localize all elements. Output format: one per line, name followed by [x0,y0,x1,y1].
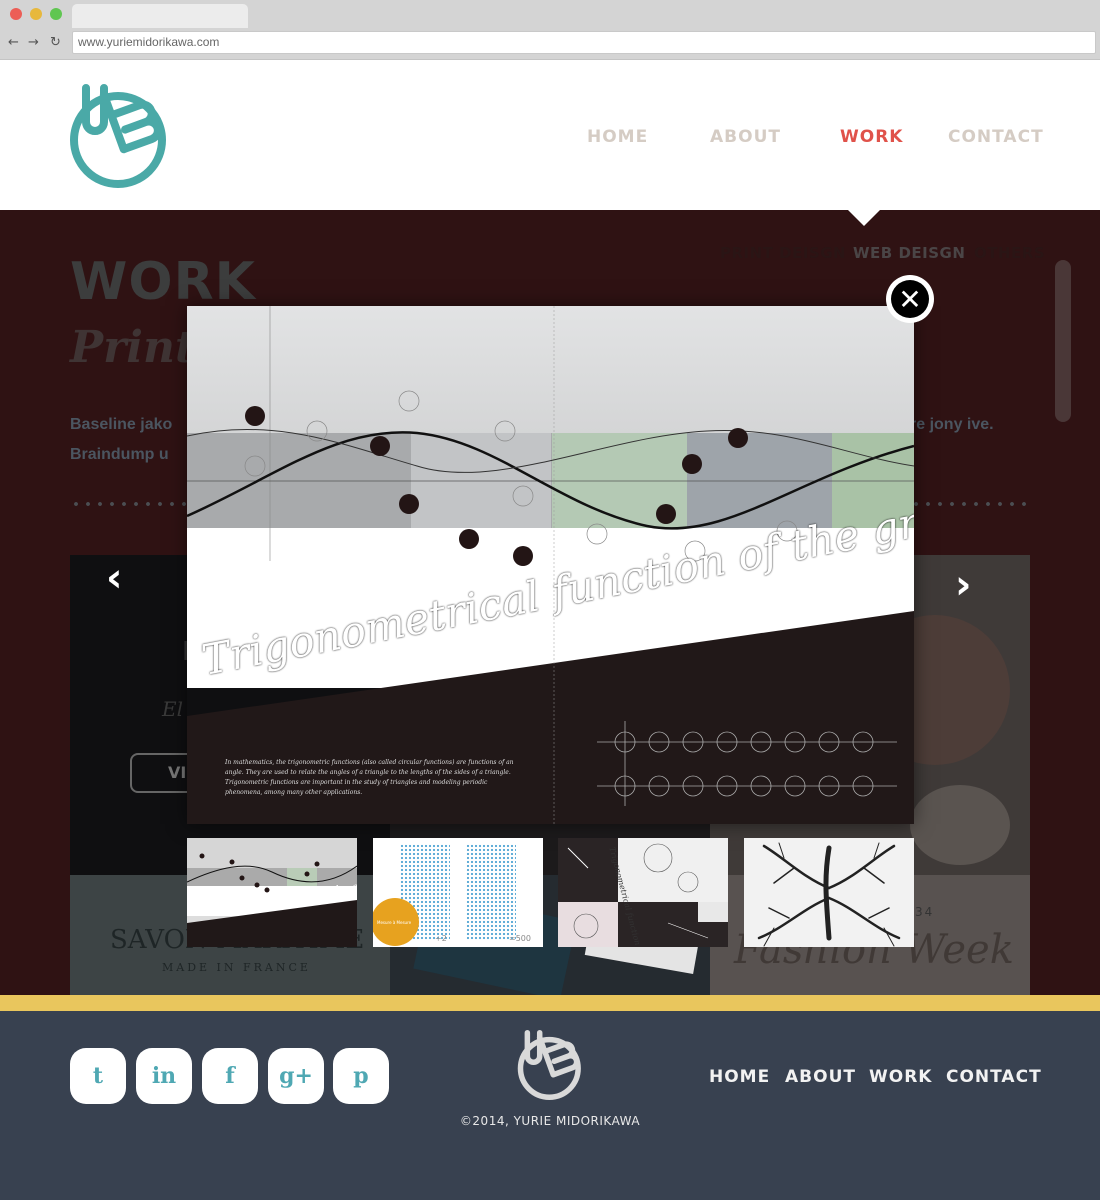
tile-circle [910,785,1010,865]
footer-nav-home[interactable]: HOME [709,1067,770,1087]
forward-icon[interactable]: → [28,35,39,50]
reload-icon[interactable]: ↻ [50,35,61,50]
lightbox-image: Trigonometrical function of the graph In… [187,306,914,824]
footer-stripe [0,995,1100,1011]
minimize-window-icon[interactable] [30,8,42,20]
linkedin-icon[interactable]: in [136,1048,192,1104]
maximize-window-icon[interactable] [50,8,62,20]
close-icon: ✕ [891,280,929,318]
thumbnail-4[interactable] [744,838,914,947]
site-footer: t in f g+ p ©2014, YURIE MIDORIKAWA HOME… [0,1011,1100,1200]
page-title: WORK [70,252,256,312]
thumbnail-strip: Trigonometrical function of the graph Me… [187,838,914,947]
subnav-web-design[interactable]: WEB DEISGN [853,244,965,262]
subnav-others[interactable]: OTHERS [974,244,1045,262]
prev-arrow-icon[interactable]: ‹ [106,555,122,601]
paragraph-line1-end: re jony ive. [910,416,994,433]
subnav-print-design[interactable]: PRINT DEISGN [720,244,846,262]
thumbnail-pattern [466,844,516,940]
thumbnail-label: ÷2 [435,934,447,943]
footer-nav-about[interactable]: ABOUT [785,1067,856,1087]
thumbnail-artwork [558,838,728,947]
copyright: ©2014, YURIE MIDORIKAWA [459,1114,641,1128]
nav-home[interactable]: HOME [587,127,648,147]
twitter-icon[interactable]: t [70,1048,126,1104]
back-icon[interactable]: ← [8,35,19,50]
lightbox-description: In mathematics, the trigonometric functi… [225,759,514,796]
nav-work[interactable]: WORK [840,127,903,147]
thumbnail-label: =500 [509,934,531,943]
next-arrow-icon[interactable]: › [955,562,971,608]
thumbnail-artwork [757,842,901,947]
tile-caption: El [162,697,183,721]
footer-nav-contact[interactable]: CONTACT [946,1067,1042,1087]
browser-tab[interactable] [72,4,248,28]
facebook-icon[interactable]: f [202,1048,258,1104]
close-modal-button[interactable]: ✕ [886,275,934,323]
active-nav-pointer [848,210,880,226]
address-bar[interactable]: www.yuriemidorikawa.com [72,31,1096,54]
tile-number: 34 [915,905,935,919]
site-logo[interactable] [68,80,170,190]
paragraph-line1-start: Baseline jako [70,416,173,433]
nav-about[interactable]: ABOUT [710,127,781,147]
footer-nav-work[interactable]: WORK [869,1067,932,1087]
nav-contact[interactable]: CONTACT [948,127,1044,147]
thumbnail-label: Mesure à Mesure [377,920,412,925]
site-header: HOME ABOUT WORK CONTACT [0,60,1100,210]
thumbnail-1[interactable]: Trigonometrical function of the graph [187,838,357,947]
thumbnail-2[interactable]: Mesure à Mesure ÷2 =500 [373,838,543,947]
footer-logo[interactable] [515,1025,585,1105]
scrollbar[interactable] [1055,260,1071,422]
thumbnail-3[interactable]: Trigonometrical function of the graph [558,838,728,947]
browser-chrome: ← → ↻ www.yuriemidorikawa.com [0,0,1100,60]
paragraph-line2-start: Braindump u [70,446,169,463]
tile-made-text: MADE IN FRANCE [162,961,311,974]
google-plus-icon[interactable]: g+ [268,1048,324,1104]
close-window-icon[interactable] [10,8,22,20]
pinterest-icon[interactable]: p [333,1048,389,1104]
